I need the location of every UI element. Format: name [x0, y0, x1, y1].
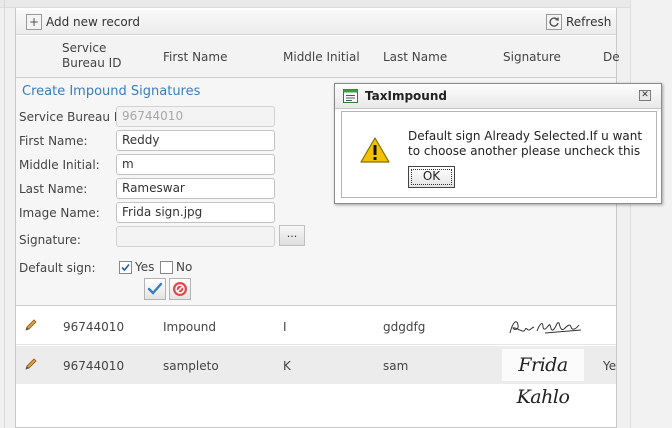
cell-service-bureau-id: 96744010: [63, 359, 125, 373]
column-header-first-name[interactable]: First Name: [163, 50, 227, 65]
alert-dialog: TaxImpound ✕ Default sign Already Select…: [334, 83, 662, 204]
left-rule: [4, 0, 5, 428]
cell-default: Ye: [603, 359, 617, 373]
refresh-label: Refresh: [566, 15, 612, 29]
last-name-label: Last Name:: [19, 182, 88, 196]
column-header-last-name[interactable]: Last Name: [383, 50, 447, 65]
edit-icon[interactable]: [24, 318, 38, 335]
cell-middle-initial: K: [283, 359, 291, 373]
default-sign-no-checkbox[interactable]: [160, 261, 173, 274]
default-sign-yes-checkbox[interactable]: [119, 261, 132, 274]
table-row[interactable]: 96744010 Impound I gdgdfg: [16, 307, 616, 345]
cancel-icon: [173, 282, 187, 296]
dialog-title: TaxImpound: [365, 89, 447, 103]
image-name-field[interactable]: Frida sign.jpg: [116, 202, 275, 223]
dialog-titlebar[interactable]: TaxImpound ✕: [335, 84, 661, 109]
refresh-icon: [546, 14, 562, 30]
cell-service-bureau-id: 96744010: [63, 320, 125, 334]
default-sign-no-label: No: [176, 260, 193, 274]
add-new-record-label: Add new record: [46, 15, 140, 29]
signature-image: [507, 315, 587, 339]
add-new-record-button[interactable]: + Add new record: [26, 12, 140, 32]
refresh-button[interactable]: Refresh: [546, 12, 611, 32]
plus-icon: +: [26, 14, 42, 30]
cancel-button[interactable]: [169, 278, 191, 300]
right-panel: [630, 0, 672, 428]
service-bureau-id-label: Service Bureau ID:: [19, 110, 131, 124]
cell-middle-initial: I: [283, 320, 287, 334]
top-strip: [0, 0, 672, 8]
cell-first-name: sampleto: [163, 359, 219, 373]
service-bureau-id-field: 96744010: [116, 106, 275, 127]
first-name-field[interactable]: Reddy: [116, 130, 275, 151]
checkmark-icon: [121, 263, 130, 272]
cell-last-name: gdgdfg: [383, 320, 426, 334]
cell-first-name: Impound: [163, 320, 217, 334]
column-header-signature[interactable]: Signature: [503, 50, 561, 65]
last-name-field[interactable]: Rameswar: [116, 178, 275, 199]
close-icon[interactable]: ✕: [639, 90, 651, 101]
grid-toolbar: + Add new record Refresh: [16, 10, 616, 35]
check-icon: [147, 282, 163, 295]
save-button[interactable]: [144, 278, 166, 300]
column-header-middle-initial[interactable]: Middle Initial: [283, 50, 360, 65]
column-header-default[interactable]: De: [603, 50, 620, 65]
edit-icon[interactable]: [24, 357, 38, 374]
image-name-label: Image Name:: [19, 206, 100, 220]
grid-header: Service Bureau ID First Name Middle Init…: [16, 36, 620, 78]
signature-label: Signature:: [19, 233, 81, 247]
dialog-message: Default sign Already Selected.If u want …: [408, 129, 643, 158]
app-icon: [343, 89, 358, 106]
cell-last-name: sam: [383, 359, 409, 373]
ok-button[interactable]: OK: [408, 166, 455, 188]
table-row[interactable]: 96744010 sampleto K sam Frida Kahlo Ye: [16, 346, 617, 408]
default-sign-yes-label: Yes: [135, 260, 155, 274]
warning-icon: [359, 136, 391, 167]
signature-image: Frida Kahlo: [502, 349, 584, 408]
first-name-label: First Name:: [19, 134, 88, 148]
middle-initial-field[interactable]: m: [116, 154, 275, 175]
signature-file-field[interactable]: [116, 226, 275, 247]
form-title: Create Impound Signatures: [22, 84, 201, 99]
middle-initial-label: Middle Initial:: [19, 158, 100, 172]
column-header-service-bureau-id[interactable]: Service Bureau ID: [62, 41, 152, 71]
browse-button[interactable]: ...: [279, 225, 305, 246]
default-sign-label: Default sign:: [19, 261, 96, 275]
dialog-body: Default sign Already Selected.If u want …: [341, 111, 657, 198]
